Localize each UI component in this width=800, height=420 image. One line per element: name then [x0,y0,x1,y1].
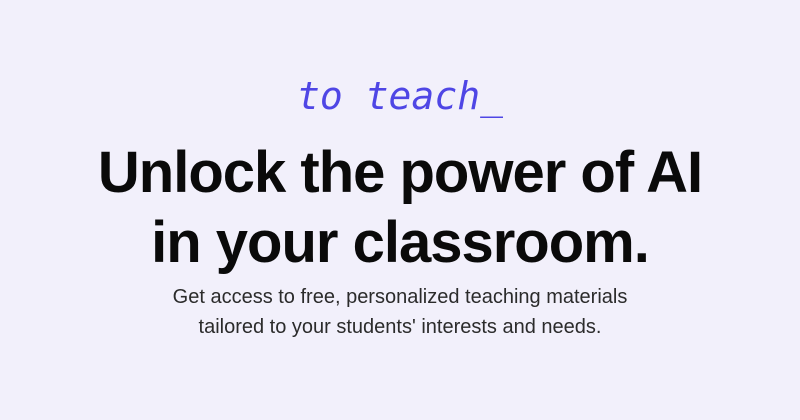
headline: Unlock the power of AI in your classroom… [0,138,800,278]
subheadline: Get access to free, personalized teachin… [0,282,800,342]
headline-line-2: in your classroom. [151,210,650,275]
subheadline-line-2: tailored to your students' interests and… [198,316,602,338]
subheadline-line-1: Get access to free, personalized teachin… [172,286,628,308]
brand-logo-text: to teach_ [297,74,503,118]
headline-line-1: Unlock the power of AI [97,140,703,205]
hero-section: to teach_ Unlock the power of AI in your… [0,0,800,420]
